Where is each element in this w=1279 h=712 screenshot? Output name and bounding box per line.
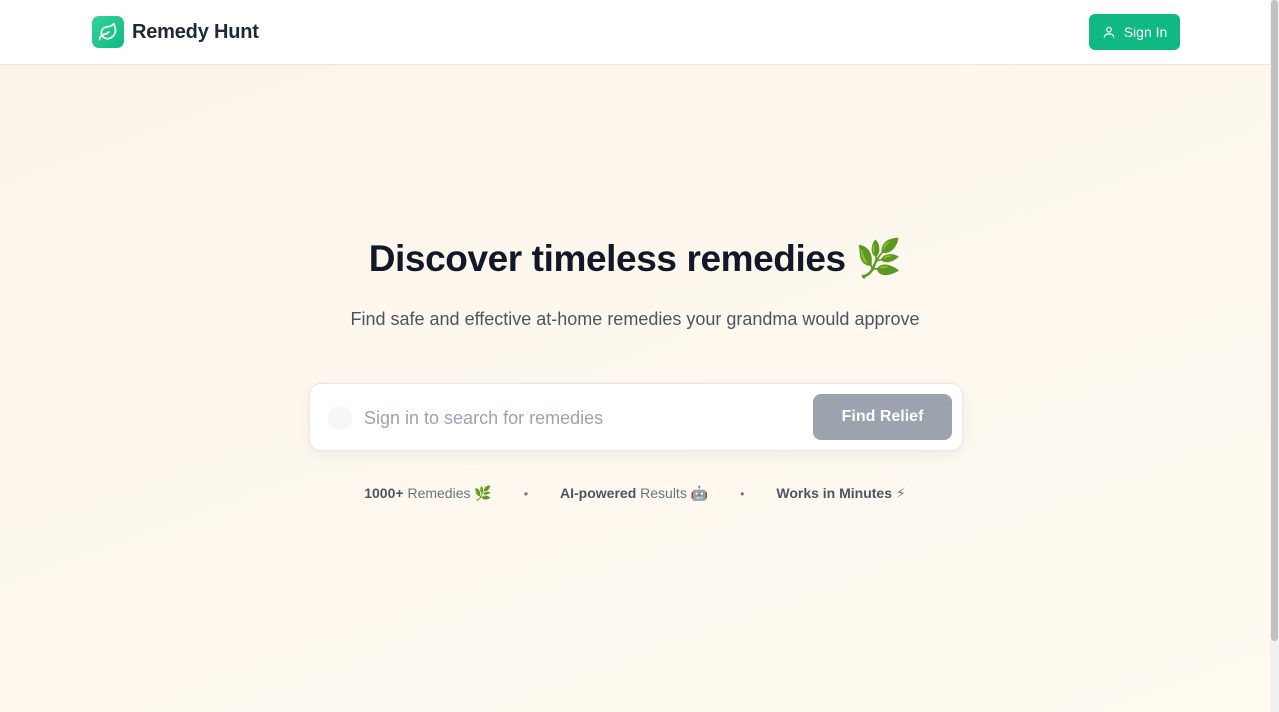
brand-name: Remedy Hunt bbox=[132, 20, 259, 43]
leaf-icon bbox=[92, 16, 124, 48]
hero-title: Discover timeless remedies 🌿 bbox=[368, 238, 902, 279]
separator-dot: • bbox=[740, 486, 745, 501]
separator-dot: • bbox=[523, 486, 529, 501]
top-navbar: Remedy Hunt Sign In bbox=[0, 0, 1270, 65]
find-relief-button[interactable]: Find Relief bbox=[813, 394, 952, 440]
sign-in-button[interactable]: Sign In bbox=[1089, 14, 1180, 50]
sign-in-label: Sign In bbox=[1123, 24, 1168, 40]
search-icon bbox=[328, 406, 352, 430]
user-icon bbox=[1103, 26, 1114, 38]
search-input[interactable] bbox=[364, 398, 804, 438]
search-box: Find Relief bbox=[309, 383, 963, 451]
feature-remedies-count: 1000+ Remedies 🌿 bbox=[364, 485, 492, 501]
vertical-scrollbar[interactable] bbox=[1270, 0, 1279, 712]
feature-highlights: 1000+ Remedies 🌿 • AI-powered Results 🤖 … bbox=[0, 485, 1270, 502]
feature-ai-powered: AI-powered Results 🤖 bbox=[560, 485, 709, 501]
brand-link[interactable]: Remedy Hunt bbox=[92, 16, 259, 48]
hero-subtitle: Find safe and effective at-home remedies… bbox=[350, 309, 920, 329]
feature-works-fast: Works in Minutes ⚡ bbox=[776, 485, 906, 501]
scrollbar-thumb[interactable] bbox=[1271, 0, 1278, 641]
page-background: Remedy Hunt Sign In Discover timeless re… bbox=[0, 0, 1270, 712]
